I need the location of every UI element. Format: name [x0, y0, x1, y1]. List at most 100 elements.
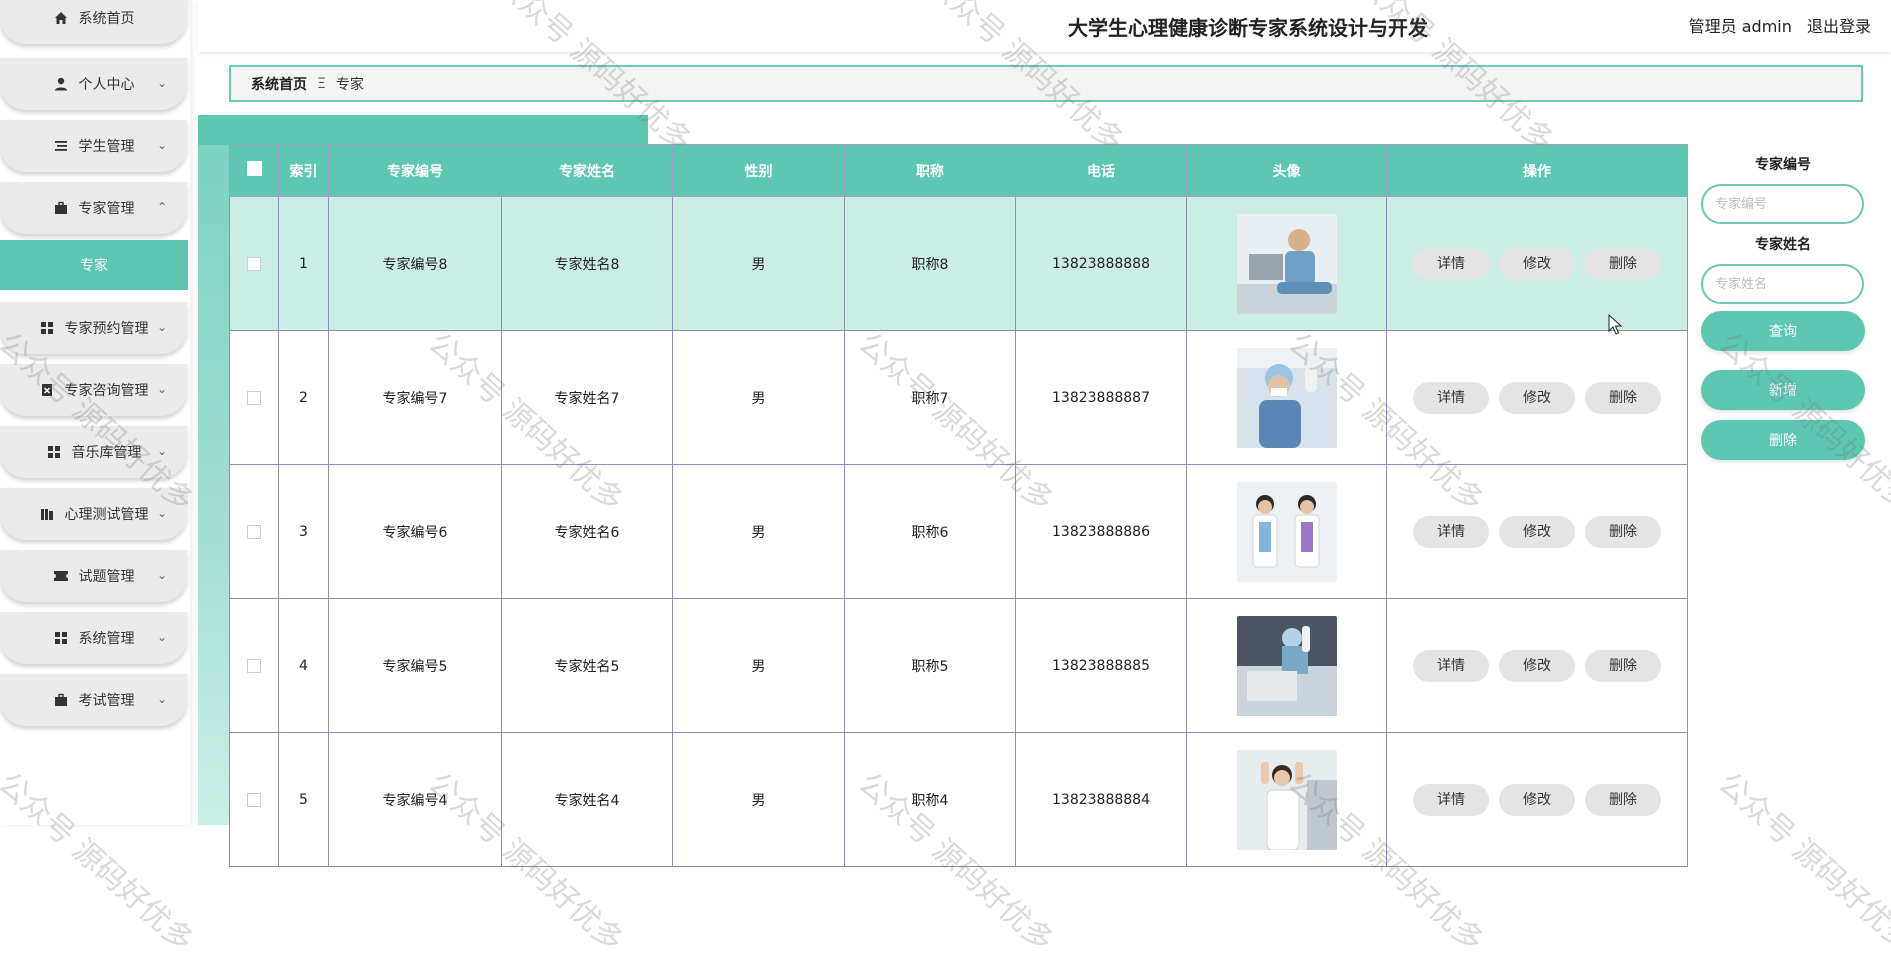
detail-button[interactable]: 详情	[1413, 649, 1489, 682]
sidebar-item-consultations[interactable]: 专家咨询管理 ⌄	[0, 364, 187, 416]
cell-index: 3	[278, 464, 329, 599]
sidebar-item-system[interactable]: 系统管理 ⌄	[0, 612, 187, 664]
expert-no-input[interactable]	[1701, 184, 1864, 224]
cell-gender: 男	[672, 598, 845, 733]
cell-gender: 男	[672, 732, 845, 867]
delete-button[interactable]: 删除	[1585, 649, 1661, 682]
decor-band-left	[198, 145, 230, 825]
delete-button[interactable]: 删除	[1585, 783, 1661, 816]
briefcase-icon	[53, 692, 69, 708]
edit-button[interactable]: 修改	[1499, 515, 1575, 548]
cell-title: 职称8	[844, 196, 1016, 331]
chevron-down-icon: ⌄	[156, 382, 167, 396]
cell-expert-name: 专家姓名7	[501, 330, 673, 465]
cell-avatar	[1186, 464, 1387, 599]
cell-expert-name: 专家姓名4	[501, 732, 673, 867]
sidebar-item-exams[interactable]: 考试管理 ⌄	[0, 674, 187, 726]
sidebar-item-experts[interactable]: 专家管理 ⌃	[0, 182, 187, 234]
cell-expert-no: 专家编号6	[328, 464, 502, 599]
breadcrumb-current: 专家	[335, 76, 364, 93]
delete-button[interactable]: 删除	[1585, 381, 1661, 414]
edit-button[interactable]: 修改	[1499, 783, 1575, 816]
cell-expert-name: 专家姓名5	[501, 598, 673, 733]
row-checkbox[interactable]	[247, 524, 261, 539]
cell-actions: 详情 修改 删除	[1386, 330, 1688, 465]
sidebar: 系统首页 个人中心 ⌄ 学生管理 ⌄ 专家管理 ⌃ 专家 专家预约管理 ⌄ 专家…	[0, 0, 190, 825]
chevron-down-icon: ⌄	[156, 76, 167, 90]
sidebar-item-appointments[interactable]: 专家预约管理 ⌄	[0, 302, 187, 354]
row-select-cell[interactable]	[229, 598, 279, 733]
sidebar-item-questions[interactable]: 试题管理 ⌄	[0, 550, 187, 602]
briefcase-icon	[53, 200, 69, 216]
edit-button[interactable]: 修改	[1499, 649, 1575, 682]
detail-button[interactable]: 详情	[1413, 783, 1489, 816]
chevron-down-icon: ⌄	[156, 692, 167, 706]
cell-title: 职称4	[844, 732, 1016, 867]
sidebar-item-label: 试题管理	[78, 569, 135, 585]
cell-avatar	[1186, 732, 1387, 867]
cell-index: 4	[278, 598, 329, 733]
breadcrumb-home[interactable]: 系统首页	[251, 74, 307, 94]
cell-actions: 详情 修改 删除	[1386, 732, 1688, 867]
sidebar-item-music[interactable]: 音乐库管理 ⌄	[0, 426, 187, 478]
sidebar-item-psych-tests[interactable]: 心理测试管理 ⌄	[0, 488, 187, 540]
delete-button[interactable]: 删除	[1585, 515, 1661, 548]
row-select-cell[interactable]	[229, 196, 279, 331]
chevron-up-icon: ⌃	[156, 200, 167, 214]
cell-expert-no: 专家编号4	[328, 732, 502, 867]
col-header-no: 专家编号	[328, 144, 502, 197]
row-select-cell[interactable]	[229, 732, 279, 867]
detail-button[interactable]: 详情	[1413, 381, 1489, 414]
row-select-cell[interactable]	[229, 330, 279, 465]
books-icon	[39, 506, 55, 522]
row-checkbox[interactable]	[247, 658, 261, 673]
decor-band-top	[198, 115, 648, 145]
table-row: 1 专家编号8 专家姓名8 男职称8 13823888888 详情 修改 删除	[229, 196, 1688, 331]
select-all-header[interactable]	[229, 144, 279, 197]
sidebar-subitem-expert[interactable]: 专家	[0, 240, 188, 290]
cell-index: 1	[278, 196, 329, 331]
cell-gender: 男	[672, 464, 845, 599]
cell-expert-name: 专家姓名6	[501, 464, 673, 599]
select-all-checkbox[interactable]	[246, 161, 262, 176]
cell-index: 2	[278, 330, 329, 465]
detail-button[interactable]: 详情	[1413, 515, 1489, 548]
row-checkbox[interactable]	[247, 256, 261, 271]
ticket-icon	[53, 568, 69, 584]
cell-actions: 详情 修改 删除	[1386, 598, 1688, 733]
sidebar-item-label: 系统首页	[78, 11, 135, 27]
table-row: 3 专家编号6 专家姓名6 男职称6 13823888886 详情 修改 删除	[229, 464, 1688, 599]
edit-button[interactable]: 修改	[1499, 247, 1575, 280]
sidebar-item-profile[interactable]: 个人中心 ⌄	[0, 58, 187, 110]
breadcrumb-separator-icon: Ξ	[317, 75, 326, 92]
watermark: 公众号 源码好优多	[1711, 765, 1891, 959]
sidebar-item-home[interactable]: 系统首页	[0, 0, 187, 44]
expert-name-input[interactable]	[1701, 264, 1864, 304]
cell-phone: 13823888886	[1015, 464, 1187, 599]
grid-icon	[39, 320, 55, 336]
sidebar-item-label: 系统管理	[78, 631, 135, 647]
cell-phone: 13823888885	[1015, 598, 1187, 733]
cell-avatar	[1186, 196, 1387, 331]
detail-button[interactable]: 详情	[1413, 247, 1489, 280]
query-button[interactable]: 查询	[1701, 311, 1865, 351]
two-doctors-photo	[1236, 481, 1337, 582]
table-header-row: 索引 专家编号 专家姓名 性别 职称 电话 头像 操作	[229, 144, 1688, 197]
batch-delete-button[interactable]: 删除	[1701, 420, 1865, 460]
page-title: 大学生心理健康诊断专家系统设计与开发	[1068, 16, 1428, 40]
user-role: 管理员 admin	[1688, 17, 1792, 36]
edit-button[interactable]: 修改	[1499, 381, 1575, 414]
add-button[interactable]: 新增	[1701, 370, 1865, 410]
expert-table: 索引 专家编号 专家姓名 性别 职称 电话 头像 操作 1 专家编号8 专家姓名8 男…	[229, 144, 1688, 867]
sidebar-item-students[interactable]: 学生管理 ⌄	[0, 120, 187, 172]
row-checkbox[interactable]	[247, 792, 261, 807]
col-header-actions: 操作	[1386, 144, 1688, 197]
grid-icon	[53, 630, 69, 646]
row-checkbox[interactable]	[247, 390, 261, 405]
cell-gender: 男	[672, 330, 845, 465]
delete-button[interactable]: 删除	[1585, 247, 1661, 280]
surgery-photo	[1236, 615, 1337, 716]
logout-link[interactable]: 退出登录	[1807, 17, 1871, 36]
cell-title: 职称5	[844, 598, 1016, 733]
row-select-cell[interactable]	[229, 464, 279, 599]
